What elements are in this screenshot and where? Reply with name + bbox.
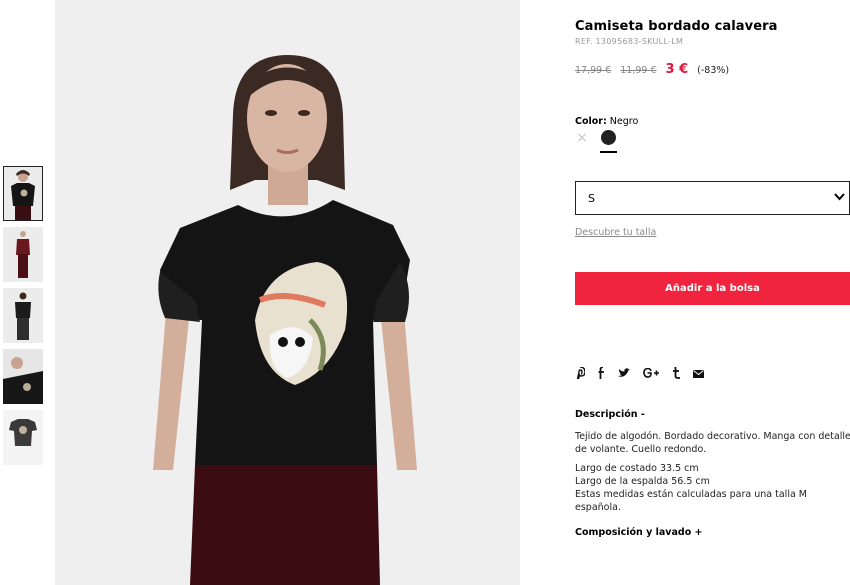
price-row: 17,99 € 11,99 € 3 € (-83%)	[575, 62, 729, 77]
unavailable-color-icon[interactable]: ×	[575, 131, 589, 145]
model-back-image	[3, 288, 43, 343]
pinterest-icon[interactable]	[575, 366, 586, 382]
email-icon[interactable]	[693, 368, 704, 381]
facebook-icon[interactable]	[598, 366, 605, 382]
product-reference: REF. 13095683-SKULL-LM	[575, 37, 684, 46]
thumbnail-list	[3, 166, 43, 471]
googleplus-icon[interactable]	[643, 367, 659, 381]
model-full-body-image	[3, 227, 43, 282]
composition-heading[interactable]: Composición y lavado +	[575, 527, 703, 538]
discount-badge: (-83%)	[697, 65, 730, 76]
color-swatches: ×	[575, 130, 617, 153]
thumbnail-1[interactable]	[3, 166, 43, 221]
main-product-image[interactable]	[55, 0, 520, 585]
size-select[interactable]: S	[575, 181, 850, 215]
description-heading[interactable]: Descripción -	[575, 409, 645, 420]
chevron-down-icon	[834, 191, 845, 204]
share-icons	[575, 366, 717, 382]
price-current: 3 €	[665, 62, 689, 77]
product-title: Camiseta bordado calavera	[575, 19, 778, 34]
color-label: Color:	[575, 116, 607, 127]
model-detail-image	[3, 349, 43, 404]
color-swatch-negro[interactable]	[600, 130, 617, 153]
price-original: 17,99 €	[575, 65, 612, 76]
description-paragraph: Tejido de algodón. Bordado decorativo. M…	[575, 431, 850, 455]
selected-indicator	[600, 151, 617, 153]
measure-side-length: Largo de costado 33.5 cm	[575, 463, 699, 474]
twitter-icon[interactable]	[618, 368, 630, 381]
price-previous: 11,99 €	[620, 65, 657, 76]
description-body: Tejido de algodón. Bordado decorativo. M…	[575, 430, 850, 514]
measure-size-note: Estas medidas están calculadas para una …	[575, 489, 807, 513]
model-front-image	[3, 166, 43, 221]
product-flat-image	[3, 410, 43, 465]
thumbnail-3[interactable]	[3, 288, 43, 343]
add-to-bag-button[interactable]: Añadir a la bolsa	[575, 272, 850, 305]
model-wearing-tshirt-image	[55, 0, 520, 585]
tumblr-icon[interactable]	[672, 367, 680, 382]
measure-back-length: Largo de la espalda 56.5 cm	[575, 476, 710, 487]
thumbnail-4[interactable]	[3, 349, 43, 404]
color-row: Color: Negro	[575, 116, 638, 127]
size-guide-link[interactable]: Descubre tu talla	[575, 227, 656, 238]
thumbnail-5[interactable]	[3, 410, 43, 465]
size-selected-value: S	[588, 191, 595, 205]
color-value: Negro	[609, 116, 639, 127]
thumbnail-2[interactable]	[3, 227, 43, 282]
